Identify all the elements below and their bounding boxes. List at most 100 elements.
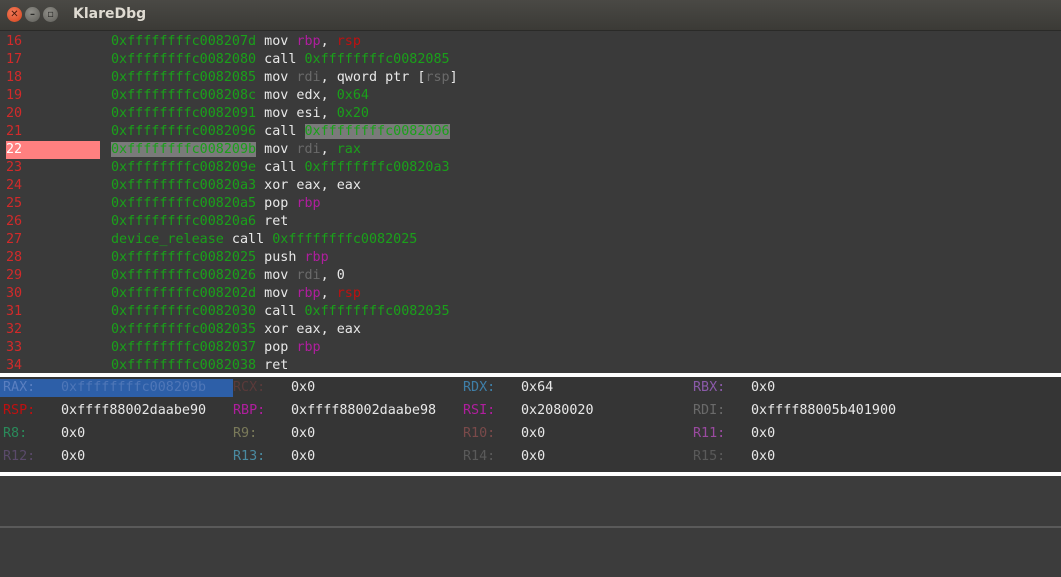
line-number[interactable]: 33 [6,339,100,357]
register-r14[interactable]: R14: 0x0 [460,446,690,468]
line-number[interactable]: 31 [6,303,100,321]
instruction-address: 0xffffffffc0082030 [111,304,257,319]
code-row[interactable]: 29 0xffffffffc0082026 mov rdi, 0 [0,267,1061,285]
register-value: 0x0 [291,449,316,464]
code-row[interactable]: 25 0xffffffffc00820a5 pop rbp [0,195,1061,213]
code-row[interactable]: 18 0xffffffffc0082085 mov rdi, qword ptr … [0,69,1061,87]
register-name: RSP: [3,403,36,418]
register-r11[interactable]: R11: 0x0 [690,423,920,445]
register-rdi[interactable]: RDI: 0xffff88005b401900 [690,400,920,422]
register-rbx[interactable]: RBX: 0x0 [690,377,920,399]
line-number[interactable]: 20 [6,105,100,123]
code-row[interactable]: 20 0xffffffffc0082091 mov esi, 0x20 [0,105,1061,123]
code-row[interactable]: 21 0xffffffffc0082096 call 0xffffffffc008… [0,123,1061,141]
register-value: 0xffff88005b401900 [751,403,897,418]
register-r8[interactable]: R8: 0x0 [0,423,230,445]
instruction-token: mov [256,142,297,157]
current-instruction-row[interactable]: 22 0xffffffffc008209b mov rdi, rax [0,141,1061,159]
register-rax[interactable]: RAX: 0xffffffffc008209b [0,377,230,399]
instruction-token: mov [256,268,297,283]
line-number[interactable]: 18 [6,69,100,87]
line-number[interactable]: 27 [6,231,100,249]
register-name: R11: [693,426,726,441]
instruction-address: device_release [111,232,224,247]
instruction-token: call [256,124,305,139]
minimize-icon[interactable]: – [25,7,40,22]
register-name: R14: [463,449,496,464]
register-r13[interactable]: R13: 0x0 [230,446,460,468]
instruction-token: rdi [296,70,321,85]
instruction-token: ret [256,214,289,229]
register-name: R8: [3,426,28,441]
instruction-token: 0x64 [336,88,369,103]
instruction-token: 0xffffffffc0082035 [304,304,450,319]
disassembly-view[interactable]: 16 0xffffffffc008207d mov rbp, rsp 17 0xfff… [0,31,1061,373]
line-number[interactable]: 29 [6,267,100,285]
line-number[interactable]: 19 [6,87,100,105]
code-row[interactable]: 31 0xffffffffc0082030 call 0xffffffffc008… [0,303,1061,321]
registers-panel[interactable]: RAX: 0xffffffffc008209b RCX: 0x0 RDX: 0x64 RBX… [0,377,1061,472]
code-row[interactable]: 33 0xffffffffc0082037 pop rbp [0,339,1061,357]
code-row[interactable]: 30 0xffffffffc008202d mov rbp, rsp [0,285,1061,303]
code-row[interactable]: 19 0xffffffffc008208c mov edx, 0x64 [0,87,1061,105]
instruction: 0xffffffffc0082035 xor eax, eax [111,321,361,339]
register-name: RCX: [233,380,266,395]
instruction-token: rbp [296,286,321,301]
register-rcx[interactable]: RCX: 0x0 [230,377,460,399]
register-rsp[interactable]: RSP: 0xffff88002daabe90 [0,400,230,422]
line-number[interactable]: 23 [6,159,100,177]
code-row[interactable]: 16 0xffffffffc008207d mov rbp, rsp [0,33,1061,51]
instruction-address: 0xffffffffc0082035 [111,322,257,337]
register-rbp[interactable]: RBP: 0xffff88002daabe98 [230,400,460,422]
line-number[interactable]: 34 [6,357,100,373]
instruction-token: call [223,232,273,247]
register-r10[interactable]: R10: 0x0 [460,423,690,445]
instruction-token: , 0 [320,268,345,283]
instruction-token: rax [336,142,361,157]
instruction-address: 0xffffffffc00820a3 [111,178,257,193]
instruction-address: 0xffffffffc008207d [111,34,257,49]
line-number[interactable]: 22 [6,141,100,159]
code-row[interactable]: 34 0xffffffffc0082038 ret [0,357,1061,373]
line-number[interactable]: 24 [6,177,100,195]
code-row[interactable]: 28 0xffffffffc0082025 push rbp [0,249,1061,267]
maximize-icon[interactable]: ▫ [43,7,58,22]
register-name: RBX: [693,380,726,395]
line-number[interactable]: 32 [6,321,100,339]
line-number[interactable]: 30 [6,285,100,303]
register-r15[interactable]: R15: 0x0 [690,446,920,468]
window-title: KlareDbg [73,6,147,22]
memory-panel[interactable] [0,477,1061,526]
code-row[interactable]: 27 device_release call 0xffffffffc0082025 [0,231,1061,249]
code-row[interactable]: 32 0xffffffffc0082035 xor eax, eax [0,321,1061,339]
instruction: 0xffffffffc0082096 call 0xffffffffc00820… [111,123,450,141]
command-panel[interactable] [0,528,1061,577]
code-row[interactable]: 23 0xffffffffc008209e call 0xffffffffc008… [0,159,1061,177]
register-r9[interactable]: R9: 0x0 [230,423,460,445]
instruction-token: , [320,286,337,301]
instruction-token: 0xffffffffc00820a3 [304,160,450,175]
register-rdx[interactable]: RDX: 0x64 [460,377,690,399]
line-number[interactable]: 25 [6,195,100,213]
line-number[interactable]: 21 [6,123,100,141]
register-rsi[interactable]: RSI: 0x2080020 [460,400,690,422]
code-row[interactable]: 24 0xffffffffc00820a3 xor eax, eax [0,177,1061,195]
instruction-token: mov edx, [256,88,337,103]
instruction-token: 0xffffffffc0082085 [304,52,450,67]
register-value: 0x64 [521,380,554,395]
close-icon[interactable]: ✕ [7,7,22,22]
line-number[interactable]: 28 [6,249,100,267]
instruction: 0xffffffffc00820a3 xor eax, eax [111,177,361,195]
register-name: RDI: [693,403,726,418]
code-row[interactable]: 17 0xffffffffc0082080 call 0xffffffffc008… [0,51,1061,69]
title-bar: ✕ – ▫ KlareDbg [0,0,1061,31]
code-row[interactable]: 26 0xffffffffc00820a6 ret [0,213,1061,231]
instruction-token: rdi [296,268,321,283]
line-number[interactable]: 16 [6,33,100,51]
instruction: 0xffffffffc008202d mov rbp, rsp [111,285,361,303]
register-r12[interactable]: R12: 0x0 [0,446,230,468]
line-number[interactable]: 17 [6,51,100,69]
instruction: 0xffffffffc0082030 call 0xffffffffc00820… [111,303,450,321]
instruction-address: 0xffffffffc0082080 [111,52,257,67]
line-number[interactable]: 26 [6,213,100,231]
